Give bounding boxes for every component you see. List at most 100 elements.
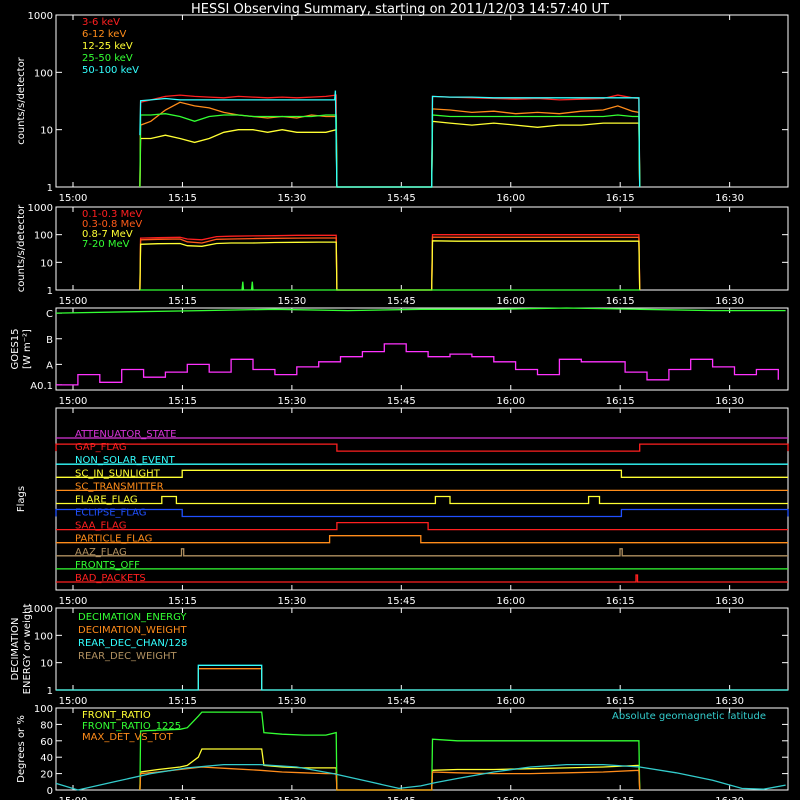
series-line bbox=[139, 711, 641, 791]
flag-line bbox=[55, 508, 789, 518]
x-tick-label: 15:45 bbox=[387, 193, 416, 204]
hessi-summary-figure: HESSI Observing Summary, starting on 201… bbox=[10, 2, 789, 800]
legend-entry: DECIMATION_WEIGHT bbox=[78, 625, 187, 636]
x-tick-label: 15:00 bbox=[59, 296, 88, 307]
y-tick-label: B bbox=[46, 335, 53, 346]
x-tick-label: 15:45 bbox=[387, 696, 416, 707]
series-line bbox=[139, 240, 641, 291]
legend-entry: 50-100 keV bbox=[82, 65, 139, 76]
series-line bbox=[56, 668, 788, 691]
series-line bbox=[139, 90, 641, 188]
x-tick-label: 16:30 bbox=[715, 796, 744, 800]
x-tick-label: 15:00 bbox=[59, 796, 88, 800]
y-tick-label: A0.1 bbox=[30, 381, 53, 392]
y-tick-label: 1 bbox=[47, 686, 53, 697]
x-tick-label: 15:15 bbox=[168, 696, 197, 707]
series-line bbox=[139, 748, 641, 791]
legend-entry: FRONT_RATIO bbox=[82, 710, 151, 721]
x-tick-label: 16:15 bbox=[606, 296, 635, 307]
legend-entry: 25-50 keV bbox=[82, 53, 133, 64]
legend-entry: REAR_DEC_WEIGHT bbox=[78, 651, 177, 662]
legend-entry: 3-6 keV bbox=[82, 17, 120, 28]
y-tick-label: C bbox=[46, 309, 53, 320]
series-line bbox=[139, 281, 640, 291]
x-tick-label: 15:30 bbox=[277, 396, 306, 407]
x-tick-label: 15:30 bbox=[277, 296, 306, 307]
x-tick-label: 16:30 bbox=[715, 296, 744, 307]
series-line bbox=[139, 101, 641, 188]
series-line bbox=[55, 307, 786, 314]
series-line bbox=[139, 120, 641, 188]
series-line bbox=[56, 343, 779, 386]
x-tick-label: 16:00 bbox=[496, 796, 525, 800]
series-line bbox=[139, 236, 641, 291]
x-tick-label: 15:15 bbox=[168, 796, 197, 800]
x-tick-label: 15:15 bbox=[168, 396, 197, 407]
x-tick-label: 15:30 bbox=[277, 796, 306, 800]
x-tick-label: 15:45 bbox=[387, 296, 416, 307]
y-tick-label: 0 bbox=[47, 786, 53, 797]
x-tick-label: 15:00 bbox=[59, 396, 88, 407]
x-tick-label: 16:00 bbox=[496, 596, 525, 607]
x-tick-label: 16:15 bbox=[606, 696, 635, 707]
y-tick-label: 10 bbox=[40, 126, 53, 137]
flag-line bbox=[56, 548, 788, 557]
y-tick-label: 1 bbox=[47, 183, 53, 194]
x-tick-label: 16:30 bbox=[715, 396, 744, 407]
legend-entry: 7-20 MeV bbox=[82, 239, 130, 250]
x-tick-label: 16:30 bbox=[715, 696, 744, 707]
y-axis-label: [W m⁻²] bbox=[22, 329, 33, 369]
x-tick-label: 15:00 bbox=[59, 596, 88, 607]
flag-line bbox=[56, 521, 788, 531]
y-tick-label: 1 bbox=[47, 286, 53, 297]
y-tick-label: 100 bbox=[34, 231, 53, 242]
x-tick-label: 16:30 bbox=[715, 193, 744, 204]
x-tick-label: 15:45 bbox=[387, 796, 416, 800]
y-tick-label: 10 bbox=[40, 659, 53, 670]
y-tick-label: 100 bbox=[34, 68, 53, 79]
x-tick-label: 16:00 bbox=[496, 396, 525, 407]
legend-entry: MAX_DET_VS_TOT bbox=[82, 732, 174, 743]
series-line bbox=[56, 664, 788, 691]
x-tick-label: 15:00 bbox=[59, 696, 88, 707]
x-tick-label: 15:30 bbox=[277, 596, 306, 607]
series-line bbox=[139, 94, 641, 188]
panel-frame-0 bbox=[55, 14, 789, 188]
panel-frame-1 bbox=[55, 206, 789, 291]
y-tick-label: 20 bbox=[40, 770, 53, 781]
legend-entry: FRONT_RATIO_1225 bbox=[82, 721, 181, 732]
x-tick-label: 16:15 bbox=[606, 796, 635, 800]
x-tick-label: 15:45 bbox=[387, 596, 416, 607]
y-tick-label: A bbox=[46, 360, 53, 371]
flag-line bbox=[55, 443, 789, 452]
y-axis-label: counts/s/detector bbox=[16, 56, 27, 144]
y-axis-label: Degrees or % bbox=[16, 715, 27, 783]
x-tick-label: 16:15 bbox=[606, 193, 635, 204]
x-tick-label: 16:30 bbox=[715, 596, 744, 607]
y-axis-label: DECIMATION bbox=[10, 617, 21, 680]
x-tick-label: 15:15 bbox=[168, 596, 197, 607]
y-tick-label: 80 bbox=[40, 720, 53, 731]
y-tick-label: 100 bbox=[34, 631, 53, 642]
x-tick-label: 16:00 bbox=[496, 696, 525, 707]
y-tick-label: 1000 bbox=[28, 11, 53, 22]
series-line bbox=[139, 234, 641, 291]
x-tick-label: 16:00 bbox=[496, 296, 525, 307]
x-tick-label: 15:45 bbox=[387, 396, 416, 407]
y-tick-label: 1000 bbox=[28, 203, 53, 214]
x-tick-label: 16:15 bbox=[606, 396, 635, 407]
annotation-geomagnetic-latitude: Absolute geomagnetic latitude bbox=[612, 711, 766, 722]
flag-line bbox=[56, 495, 788, 505]
y-tick-label: 60 bbox=[40, 737, 53, 748]
y-tick-label: 100 bbox=[34, 704, 53, 715]
flag-line bbox=[56, 535, 788, 544]
x-tick-label: 15:15 bbox=[168, 193, 197, 204]
legend-entry: DECIMATION_ENERGY bbox=[78, 612, 187, 623]
y-axis-label: counts/s/detector bbox=[16, 204, 27, 292]
x-tick-label: 15:30 bbox=[277, 193, 306, 204]
y-tick-label: 40 bbox=[40, 753, 53, 764]
x-tick-label: 16:15 bbox=[606, 596, 635, 607]
y-tick-label: 10 bbox=[40, 258, 53, 269]
x-tick-label: 15:30 bbox=[277, 696, 306, 707]
flag-line bbox=[56, 574, 788, 583]
